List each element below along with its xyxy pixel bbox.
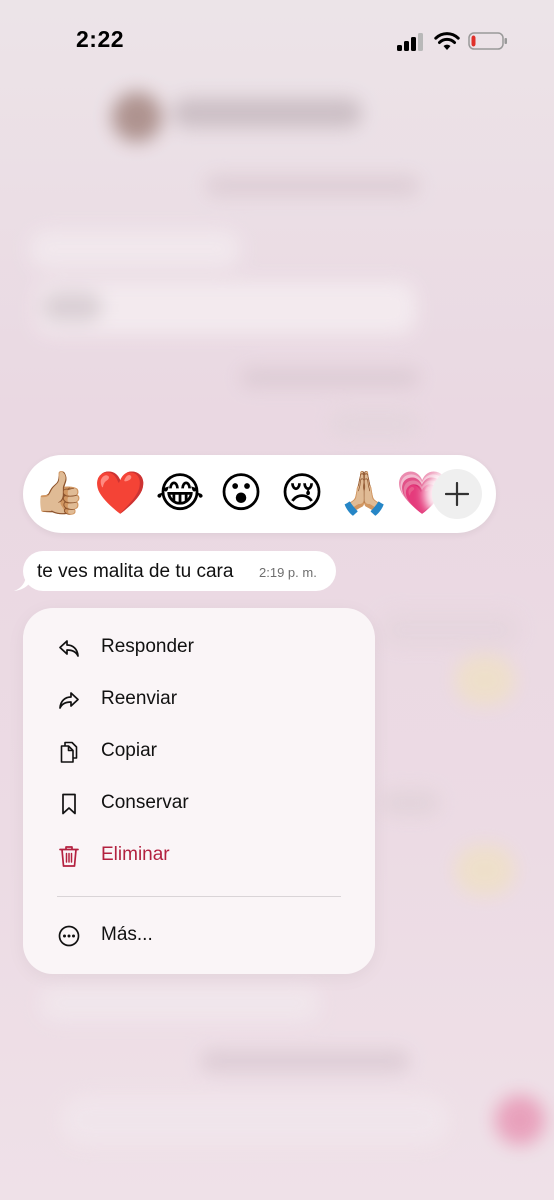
trash-icon [59, 846, 79, 867]
reply-icon [59, 640, 79, 657]
menu-item-copy[interactable]: Copiar [23, 726, 375, 778]
plus-icon [445, 482, 469, 506]
menu-divider [57, 896, 341, 897]
menu-item-label: Responder [101, 636, 194, 657]
copy-icon [60, 741, 78, 763]
message-text: te ves malita de tu cara [37, 561, 234, 582]
status-bar: 2:22 [0, 0, 554, 80]
reaction-laughing[interactable]: 😂 [155, 468, 205, 518]
menu-item-label: Más... [101, 924, 153, 945]
reaction-praying-hands[interactable]: 🙏🏼 [338, 468, 390, 518]
message-bubble[interactable]: te ves malita de tu cara 2:19 p. m. [23, 551, 336, 591]
message-time: 2:19 p. m. [259, 565, 317, 580]
wifi-icon [434, 32, 460, 50]
reaction-bar: 👍🏼 ❤️ 😂 😮 😢 🙏🏼 💗 [23, 455, 496, 533]
reaction-thumbs-up[interactable]: 👍🏼 [33, 468, 85, 518]
background-chat-blurred [0, 0, 554, 1200]
menu-item-label: Conservar [101, 792, 189, 813]
menu-item-forward[interactable]: Reenviar [23, 674, 375, 726]
menu-item-delete[interactable]: Eliminar [23, 830, 375, 882]
menu-item-label: Reenviar [101, 688, 178, 709]
reaction-crying[interactable]: 😢 [277, 468, 327, 518]
more-reactions-button[interactable] [432, 469, 482, 519]
menu-item-label: Copiar [101, 740, 157, 761]
cellular-signal-icon [397, 33, 425, 51]
reaction-heart[interactable]: ❤️ [94, 468, 146, 518]
menu-item-more[interactable]: Más... [23, 910, 375, 962]
forward-icon [59, 692, 79, 709]
menu-item-reply[interactable]: Responder [23, 622, 375, 674]
menu-item-keep[interactable]: Conservar [23, 778, 375, 830]
menu-item-label: Eliminar [101, 844, 170, 865]
more-icon [58, 925, 80, 947]
message-context-menu: Responder Reenviar Copiar Conservar Elim… [23, 608, 375, 974]
bookmark-icon [62, 793, 76, 815]
battery-icon [468, 32, 507, 50]
status-time: 2:22 [76, 26, 125, 52]
reaction-surprised[interactable]: 😮 [216, 468, 266, 518]
